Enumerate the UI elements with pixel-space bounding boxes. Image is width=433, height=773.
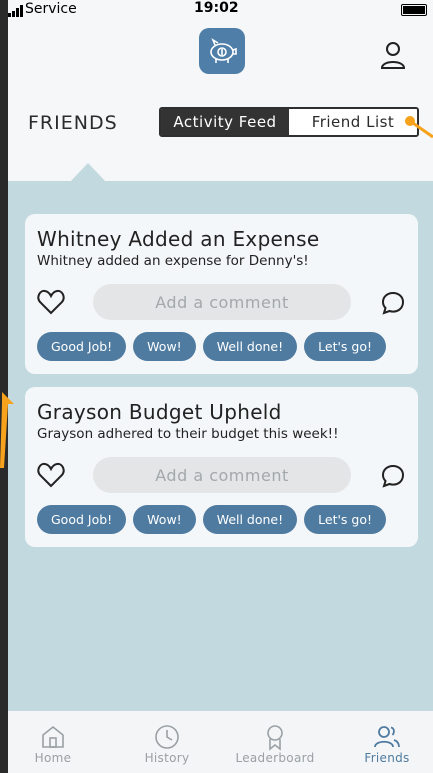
signal-icon xyxy=(8,5,23,17)
page-title: FRIENDS xyxy=(28,112,118,134)
post-description: Whitney added an expense for Denny's! xyxy=(37,253,309,269)
tab-home[interactable]: Home xyxy=(8,711,98,773)
reaction-buttons: Good Job! Wow! Well done! Let's go! xyxy=(37,505,386,534)
heart-icon[interactable] xyxy=(37,289,65,315)
reaction-well-done-button[interactable]: Well done! xyxy=(202,332,298,361)
reaction-lets-go-button[interactable]: Let's go! xyxy=(304,505,386,534)
reaction-wow-button[interactable]: Wow! xyxy=(133,505,196,534)
annotation-arrow xyxy=(0,392,14,468)
feed-card: Grayson Budget Upheld Grayson adhered to… xyxy=(25,387,418,547)
post-title: Grayson Budget Upheld xyxy=(37,400,282,424)
post-title: Whitney Added an Expense xyxy=(37,227,320,251)
reaction-buttons: Good Job! Wow! Well done! Let's go! xyxy=(37,332,386,361)
comment-input[interactable]: Add a comment xyxy=(93,457,351,493)
tab-label: History xyxy=(144,751,190,765)
tab-label: Leaderboard xyxy=(235,751,315,765)
reaction-wow-button[interactable]: Wow! xyxy=(133,332,196,361)
bottom-tab-bar: Home History Leaderboard Friends xyxy=(8,711,433,773)
comment-input[interactable]: Add a comment xyxy=(93,284,351,320)
reaction-good-job-button[interactable]: Good Job! xyxy=(37,505,127,534)
feed-pointer xyxy=(70,163,106,182)
tab-friends[interactable]: Friends xyxy=(342,711,432,773)
comment-bubble-icon[interactable] xyxy=(381,464,405,488)
activity-feed: Whitney Added an Expense Whitney added a… xyxy=(8,181,433,711)
battery-icon xyxy=(401,4,427,16)
reaction-good-job-button[interactable]: Good Job! xyxy=(37,332,127,361)
tab-leaderboard[interactable]: Leaderboard xyxy=(230,711,320,773)
feed-card: Whitney Added an Expense Whitney added a… xyxy=(25,214,418,374)
tab-history[interactable]: History xyxy=(122,711,212,773)
feed-segmented-control: Activity Feed Friend List xyxy=(159,107,419,137)
carrier-indicator: Service xyxy=(8,1,77,17)
reaction-lets-go-button[interactable]: Let's go! xyxy=(304,332,386,361)
carrier-name: Service xyxy=(25,1,77,17)
status-bar: Service 19:02 xyxy=(8,0,433,18)
tab-label: Friends xyxy=(364,751,410,765)
tab-friend-list[interactable]: Friend List xyxy=(289,109,417,135)
home-icon xyxy=(39,723,67,751)
tab-activity-feed[interactable]: Activity Feed xyxy=(161,109,289,135)
clock-icon xyxy=(153,723,181,751)
post-description: Grayson adhered to their budget this wee… xyxy=(37,426,339,442)
comment-bubble-icon[interactable] xyxy=(381,291,405,315)
annotation-arrow xyxy=(405,116,433,139)
piggy-bank-icon[interactable] xyxy=(199,28,245,74)
heart-icon[interactable] xyxy=(37,462,65,488)
reaction-well-done-button[interactable]: Well done! xyxy=(202,505,298,534)
phone-screen: Service 19:02 FRIENDS Activity Feed Frie… xyxy=(8,0,433,773)
award-icon xyxy=(261,723,289,751)
friends-icon xyxy=(373,723,401,751)
clock-time: 19:02 xyxy=(194,0,239,16)
profile-icon[interactable] xyxy=(378,40,408,70)
tab-label: Home xyxy=(34,751,72,765)
